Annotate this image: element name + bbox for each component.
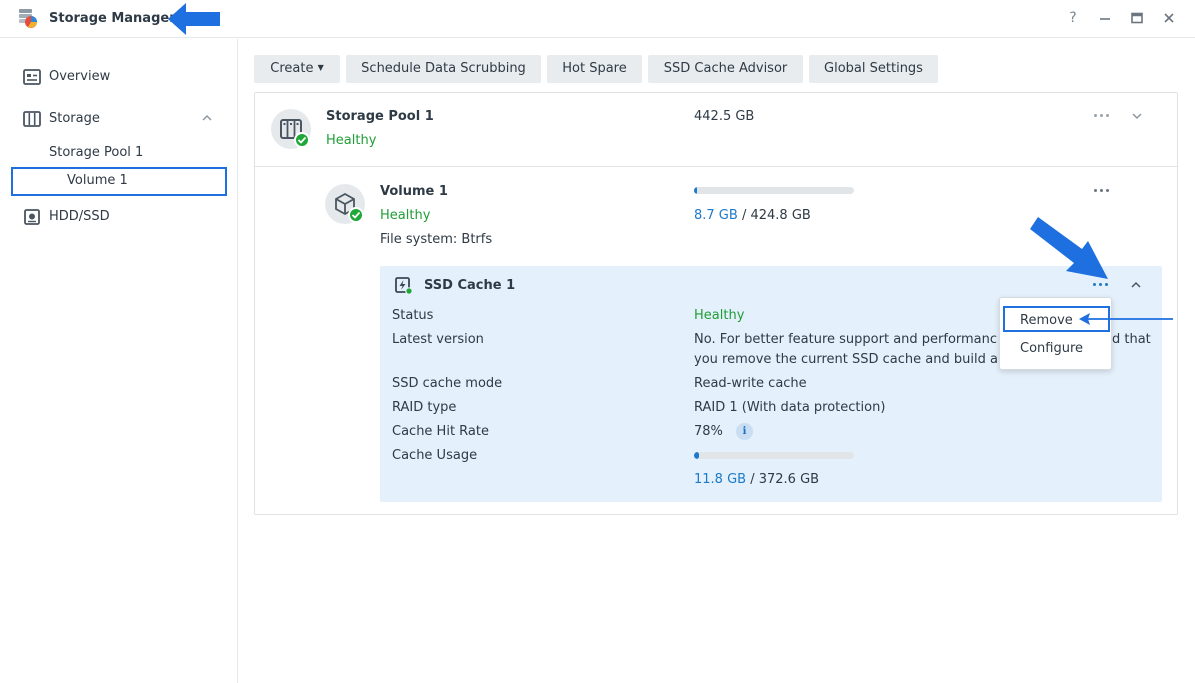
help-button[interactable]: ? (1064, 9, 1082, 27)
cache-mode-value: Read-write cache (694, 376, 807, 391)
volume-status: Healthy (380, 208, 431, 223)
annotation-arrow-title (168, 3, 220, 35)
volume-total: 424.8 GB (750, 208, 811, 223)
ssd-cache-name: SSD Cache 1 (424, 278, 516, 293)
volume-filesystem: File system: Btrfs (380, 232, 493, 247)
maximize-button[interactable] (1128, 9, 1146, 27)
close-icon (1164, 13, 1174, 23)
storage-icon (23, 111, 41, 127)
minimize-button[interactable] (1096, 9, 1114, 27)
overview-icon (23, 69, 41, 85)
ssd-cache-advisor-button[interactable]: SSD Cache Advisor (648, 55, 803, 83)
cache-version-line2: you remove the current SSD cache and bui… (694, 352, 998, 367)
sidebar-item-overview[interactable]: Overview (0, 63, 237, 91)
close-button[interactable] (1160, 9, 1178, 27)
cache-version-line1-tail: d that (1112, 332, 1151, 347)
storage-pool-more-icon[interactable] (1092, 109, 1112, 123)
minimize-icon (1100, 18, 1110, 20)
chevron-up-icon[interactable] (1129, 278, 1143, 292)
chevron-up-icon[interactable] (201, 113, 213, 123)
hdd-icon (24, 209, 40, 225)
cache-usage-separator: / (746, 472, 759, 487)
hot-spare-button[interactable]: Hot Spare (547, 55, 642, 83)
create-button[interactable]: Create ▼ (254, 55, 340, 83)
cache-mode-label: SSD cache mode (392, 376, 503, 391)
annotation-arrow-remove (1079, 313, 1173, 325)
sidebar-item-storage-pool[interactable]: Storage Pool 1 (49, 145, 143, 160)
cache-status-label: Status (392, 308, 434, 323)
storage-pool-row: Storage Pool 1 Healthy 442.5 GB (255, 93, 1177, 167)
annotation-arrow-more (1030, 217, 1108, 279)
cache-raid-label: RAID type (392, 400, 457, 415)
maximize-icon (1131, 12, 1143, 24)
caret-down-icon: ▼ (317, 63, 324, 72)
volume-usage-text: 8.7 GB / 424.8 GB (694, 208, 811, 223)
schedule-scrubbing-button[interactable]: Schedule Data Scrubbing (346, 55, 541, 83)
chevron-down-icon[interactable] (1130, 109, 1144, 123)
app-title: Storage Manager (49, 11, 176, 26)
cache-hit-value: 78% (694, 424, 723, 439)
ssd-cache-icon (395, 277, 413, 295)
volume-usage-bar (694, 187, 854, 194)
volume-healthy-check-icon (348, 207, 364, 223)
volume-name: Volume 1 (380, 184, 448, 199)
storage-pool-status: Healthy (326, 133, 377, 148)
volume-separator: / (737, 208, 751, 223)
sidebar-label-overview: Overview (49, 69, 111, 84)
cache-hit-label: Cache Hit Rate (392, 424, 489, 439)
storage-pool-size: 442.5 GB (694, 109, 755, 124)
global-settings-button[interactable]: Global Settings (809, 55, 938, 83)
cache-usage-text: 11.8 GB / 372.6 GB (694, 472, 819, 487)
cache-usage-label: Cache Usage (392, 448, 478, 463)
storage-manager-app-icon (19, 9, 37, 28)
volume-more-icon[interactable] (1092, 184, 1112, 198)
cache-usage-bar (694, 452, 854, 459)
sidebar: Overview Storage Storage Pool 1 Volume 1… (0, 39, 238, 683)
sidebar-item-storage[interactable]: Storage (0, 105, 237, 133)
sidebar-item-hdd-ssd[interactable]: HDD/SSD (0, 203, 237, 231)
info-icon[interactable]: i (736, 423, 753, 440)
sidebar-label-hdd-ssd: HDD/SSD (49, 209, 110, 224)
volume-used: 8.7 GB (694, 208, 738, 223)
sidebar-label-storage: Storage (49, 111, 100, 126)
annotation-highlight-volume (11, 167, 227, 196)
cache-status-value: Healthy (694, 308, 745, 323)
cache-usage-fill (694, 452, 699, 459)
healthy-check-icon (294, 132, 310, 148)
cache-usage-total: 372.6 GB (758, 472, 820, 487)
create-button-label: Create (270, 61, 314, 76)
cache-version-label: Latest version (392, 332, 484, 347)
volume-usage-fill (694, 187, 698, 194)
menu-item-configure[interactable]: Configure (1020, 341, 1083, 356)
cache-raid-value: RAID 1 (With data protection) (694, 400, 886, 415)
storage-pool-name: Storage Pool 1 (326, 109, 434, 124)
cache-usage-used: 11.8 GB (694, 472, 747, 487)
cache-version-line1: No. For better feature support and perfo… (694, 332, 998, 347)
